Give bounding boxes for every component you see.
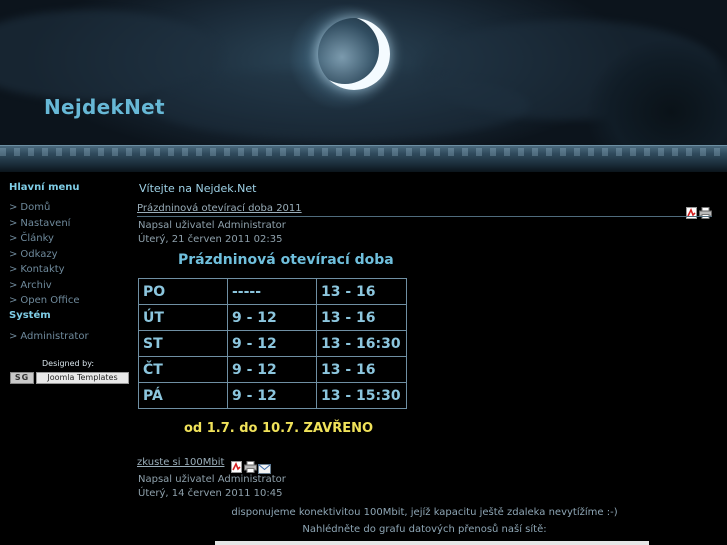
table-row: ČT 9 - 12 13 - 16 — [138, 356, 407, 383]
site-title[interactable]: NejdekNet — [44, 95, 165, 119]
morning-cell: 9 - 12 — [227, 330, 317, 357]
table-row: ST 9 - 12 13 - 16:30 — [138, 330, 407, 357]
sidebar: Hlavní menu > Domů > Nastavení > Články > Od… — [0, 176, 134, 545]
sidebar-item-label: Nastavení — [20, 218, 71, 229]
chevron-right-icon: > — [9, 202, 18, 213]
morning-cell: ----- — [227, 278, 317, 305]
day-cell: ÚT — [138, 304, 228, 331]
sidebar-item-label: Open Office — [20, 295, 80, 306]
article-title-link[interactable]: Prázdninová otevírací doba 2011 — [137, 203, 302, 214]
day-cell: PO — [138, 278, 228, 305]
page-title: Vítejte na Nejdek.Net — [139, 182, 257, 195]
day-cell: ČT — [138, 356, 228, 383]
pdf-icon[interactable] — [686, 204, 697, 223]
afternoon-cell: 13 - 16 — [316, 304, 407, 331]
moon-icon — [318, 18, 390, 90]
rock-silhouette — [587, 40, 727, 160]
chevron-right-icon: > — [9, 249, 18, 260]
sidebar-item-label: Články — [20, 233, 54, 244]
afternoon-cell: 13 - 16 — [316, 278, 407, 305]
chevron-right-icon: > — [9, 233, 18, 244]
site-header: NejdekNet — [0, 0, 727, 172]
sidebar-item-label: Administrator — [20, 331, 89, 342]
sidebar-item-label: Odkazy — [20, 249, 58, 260]
sidebar-item-administrator[interactable]: > Administrator — [9, 331, 89, 342]
afternoon-cell: 13 - 16:30 — [316, 330, 407, 357]
sidebar-item-nastaveni[interactable]: > Nastavení — [9, 218, 70, 229]
chevron-right-icon: > — [9, 331, 18, 342]
chevron-right-icon: > — [9, 280, 18, 291]
afternoon-cell: 13 - 16 — [316, 356, 407, 383]
article-author: Napsal uživatel Administrator — [138, 220, 286, 231]
sidebar-item-label: Kontakty — [20, 264, 65, 275]
morning-cell: 9 - 12 — [227, 304, 317, 331]
morning-cell: 9 - 12 — [227, 356, 317, 383]
chevron-right-icon: > — [9, 295, 18, 306]
article-divider — [137, 216, 712, 217]
designed-by-label: Designed by: — [42, 359, 95, 368]
chevron-right-icon: > — [9, 264, 18, 275]
article-date: Úterý, 14 červen 2011 10:45 — [138, 488, 283, 499]
table-row: PÁ 9 - 12 13 - 15:30 — [138, 382, 407, 409]
opening-hours-table: PO ----- 13 - 16 ÚT 9 - 12 13 - 16 ST 9 … — [138, 278, 407, 409]
main-menu-title: Hlavní menu — [9, 182, 80, 193]
sidebar-item-clanky[interactable]: > Články — [9, 233, 54, 244]
sidebar-item-domu[interactable]: > Domů — [9, 202, 50, 213]
joomla-templates-badge[interactable]: Joomla Templates — [36, 372, 129, 384]
closed-notice: od 1.7. do 10.7. ZAVŘENO — [184, 421, 374, 436]
table-row: PO ----- 13 - 16 — [138, 278, 407, 305]
chevron-right-icon: > — [9, 218, 18, 229]
sidebar-item-archiv[interactable]: > Archiv — [9, 280, 52, 291]
day-cell: ST — [138, 330, 228, 357]
afternoon-cell: 13 - 15:30 — [316, 382, 407, 409]
traffic-graph-image — [215, 541, 649, 545]
article-text: Nahlédněte do grafu datových přenosů naš… — [302, 524, 547, 535]
article-date: Úterý, 21 červen 2011 02:35 — [138, 234, 283, 245]
day-cell: PÁ — [138, 382, 228, 409]
sidebar-item-open-office[interactable]: > Open Office — [9, 295, 79, 306]
article-author: Napsal uživatel Administrator — [138, 474, 286, 485]
sidebar-item-label: Domů — [20, 202, 51, 213]
article-text: disponujeme konektivitou 100Mbit, jejíž … — [231, 507, 618, 518]
sidebar-item-label: Archiv — [20, 280, 52, 291]
sidebar-item-kontakty[interactable]: > Kontakty — [9, 264, 65, 275]
article-title-link[interactable]: zkuste si 100Mbit — [137, 457, 224, 468]
main-content: Vítejte na Nejdek.Net Prázdninová otevír… — [137, 176, 717, 545]
morning-cell: 9 - 12 — [227, 382, 317, 409]
print-icon[interactable] — [699, 204, 712, 223]
water-shine — [0, 148, 727, 156]
sidebar-item-odkazy[interactable]: > Odkazy — [9, 249, 58, 260]
table-row: ÚT 9 - 12 13 - 16 — [138, 304, 407, 331]
sg-badge[interactable]: SG — [10, 372, 34, 384]
article-heading: Prázdninová otevírací doba — [178, 252, 394, 268]
system-menu-title: Systém — [9, 310, 51, 321]
